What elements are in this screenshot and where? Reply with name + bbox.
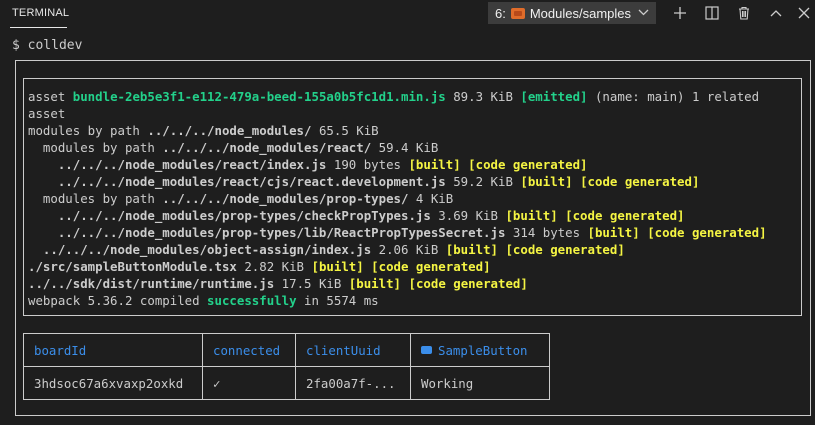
log-segment: asset	[28, 89, 73, 104]
log-segment: 4 KiB	[408, 191, 454, 206]
log-segment: ../../../node_modules/prop-types/	[162, 191, 409, 206]
log-line: ../../../node_modules/prop-types/checkPr…	[28, 207, 803, 224]
status-table-header-row: boardId connected clientUuid SampleButto…	[23, 333, 550, 367]
log-segment: 59.4 KiB	[371, 140, 439, 155]
log-segment: ../../../node_modules/react/cjs/react.de…	[57, 174, 446, 189]
log-segment: ./src/sampleButtonModule.tsx	[28, 259, 237, 274]
button-icon	[421, 346, 432, 354]
log-segment: [built]	[445, 242, 498, 257]
status-table: boardId connected clientUuid SampleButto…	[23, 333, 550, 400]
log-segment: ../../../node_modules/object-assign/inde…	[42, 242, 372, 257]
panel-header: TERMINAL 6: Modules/samples	[0, 0, 815, 28]
cell-board-id: 3hdsoc67a6xvaxp2oxkd	[23, 366, 203, 400]
log-segment: [built]	[505, 208, 558, 223]
log-segment	[28, 174, 58, 189]
log-line: modules by path ../../../node_modules/re…	[28, 139, 803, 156]
terminal-selector-label: Modules/samples	[529, 5, 631, 21]
log-segment: [code generated]	[565, 208, 685, 223]
log-line: ../../../node_modules/react/index.js 190…	[28, 156, 803, 173]
log-segment: 89.3 KiB	[445, 89, 521, 104]
log-segment: [code generated]	[371, 259, 491, 274]
log-line: webpack 5.36.2 compiled successfully in …	[28, 292, 803, 309]
log-line: ../../../node_modules/prop-types/lib/Rea…	[28, 224, 803, 241]
log-segment: in 5574 ms	[296, 293, 379, 308]
cell-connected: ✓	[202, 366, 296, 400]
log-segment: [code generated]	[468, 157, 588, 172]
terminal-selector[interactable]: 6: Modules/samples	[488, 2, 656, 24]
log-segment: [built]	[348, 276, 402, 291]
log-segment: (name: main) 1 related	[587, 89, 760, 104]
log-segment: ../../../node_modules/prop-types/lib/Rea…	[57, 225, 506, 240]
header-client-uuid: clientUuid	[295, 333, 411, 367]
log-segment: 17.5 KiB	[274, 276, 349, 291]
chevron-down-icon	[638, 8, 649, 19]
split-icon[interactable]	[703, 4, 721, 22]
log-segment: 59.2 KiB	[445, 174, 521, 189]
log-line: ../../../node_modules/object-assign/inde…	[28, 241, 803, 258]
log-segment: modules by path	[28, 191, 163, 206]
header-board-id: boardId	[23, 333, 203, 367]
terminal-tab[interactable]: TERMINAL	[12, 7, 69, 19]
log-line: modules by path ../../../node_modules/pr…	[28, 190, 803, 207]
log-segment: ../../../node_modules/react/index.js	[57, 157, 327, 172]
log-segment: 3.69 KiB	[430, 208, 506, 223]
header-sample-button: SampleButton	[410, 333, 550, 367]
active-tab-indicator	[10, 27, 67, 28]
log-segment: asset	[28, 106, 66, 121]
build-log: asset bundle-2eb5e3f1-e112-479a-beed-155…	[28, 88, 803, 309]
log-segment: 65.5 KiB	[311, 123, 379, 138]
cell-client-uuid: 2fa00a7f-...	[295, 366, 411, 400]
log-segment: ../../../node_modules/react/	[162, 140, 372, 155]
chevron-up-icon[interactable]	[767, 4, 785, 22]
log-segment: [built]	[408, 157, 461, 172]
log-segment	[573, 174, 580, 189]
log-segment: ../../../node_modules/	[147, 123, 312, 138]
header-connected: connected	[202, 333, 296, 367]
terminal-index: 6:	[495, 5, 506, 21]
log-segment: modules by path	[28, 123, 148, 138]
log-line: asset	[28, 105, 803, 122]
log-segment: [code generated]	[580, 174, 700, 189]
log-segment: 314 bytes	[505, 225, 588, 240]
log-segment: ../../../node_modules/prop-types/checkPr…	[57, 208, 431, 223]
log-line: ./src/sampleButtonModule.tsx 2.82 KiB [b…	[28, 258, 803, 275]
log-segment: [code generated]	[647, 225, 767, 240]
table-row: 3hdsoc67a6xvaxp2oxkd ✓ 2fa00a7f-... Work…	[23, 366, 550, 400]
log-segment	[28, 242, 43, 257]
log-segment: 2.06 KiB	[371, 242, 446, 257]
plus-icon[interactable]	[671, 4, 689, 22]
log-segment: bundle-2eb5e3f1-e112-479a-beed-155a0b5fc…	[72, 89, 446, 104]
log-segment	[28, 208, 58, 223]
log-line: ../../../node_modules/react/cjs/react.de…	[28, 173, 803, 190]
log-line: ../../sdk/dist/runtime/runtime.js 17.5 K…	[28, 275, 803, 292]
log-segment: 2.82 KiB	[236, 259, 312, 274]
log-segment: [code generated]	[505, 242, 625, 257]
log-segment: successfully	[207, 293, 297, 308]
trash-icon[interactable]	[735, 4, 753, 22]
log-segment: [code generated]	[408, 276, 528, 291]
terminal-type-icon	[510, 7, 525, 19]
log-segment: [built]	[520, 174, 573, 189]
log-segment	[28, 225, 58, 240]
command-prompt: $ colldev	[12, 38, 83, 53]
log-line: asset bundle-2eb5e3f1-e112-479a-beed-155…	[28, 88, 803, 105]
header-sample-button-label: SampleButton	[438, 342, 528, 358]
log-segment: modules by path	[28, 140, 163, 155]
log-segment: ../../sdk/dist/runtime/runtime.js	[28, 276, 275, 291]
log-segment: [built]	[587, 225, 640, 240]
log-segment: 190 bytes	[326, 157, 409, 172]
cell-sample-button: Working	[410, 366, 550, 400]
log-line: modules by path ../../../node_modules/ 6…	[28, 122, 803, 139]
close-icon[interactable]	[795, 4, 813, 22]
log-segment	[28, 157, 58, 172]
log-segment: [built]	[311, 259, 364, 274]
log-segment: [emitted]	[520, 89, 588, 104]
log-segment: webpack 5.36.2 compiled	[28, 293, 208, 308]
